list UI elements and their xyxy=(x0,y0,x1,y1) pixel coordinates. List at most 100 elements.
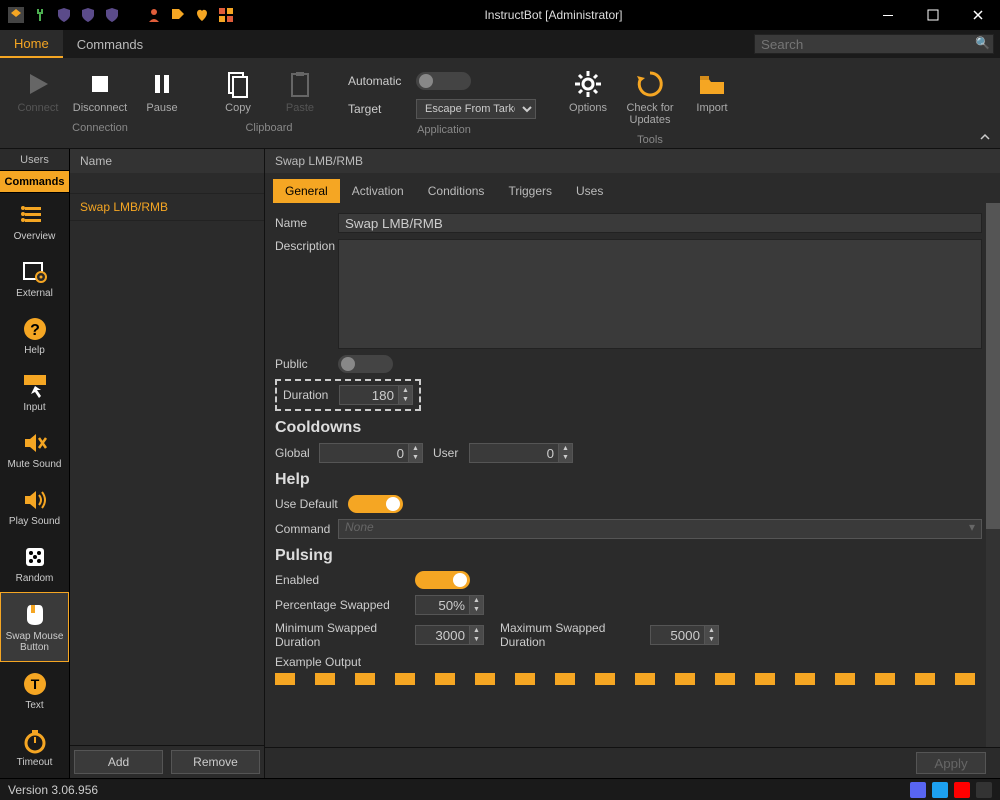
maximize-button[interactable] xyxy=(910,0,955,30)
sidebar-random[interactable]: Random xyxy=(0,535,69,592)
target-select[interactable]: Escape From Tarkov xyxy=(416,99,536,119)
min-dur-label: Minimum Swapped Duration xyxy=(275,621,405,649)
detail-scrollbar[interactable] xyxy=(986,203,1000,747)
connect-button[interactable]: Connect xyxy=(10,64,66,118)
sidebar-text[interactable]: T Text xyxy=(0,662,69,719)
max-dur-spinner[interactable]: ▲▼ xyxy=(705,625,719,645)
ribbon-group-connection: Connection xyxy=(72,122,128,134)
user-input[interactable] xyxy=(469,443,559,463)
ribbon-group-application: Application xyxy=(417,124,471,136)
ribbon-group-clipboard: Clipboard xyxy=(245,122,292,134)
titlebar-icon-plug[interactable] xyxy=(32,7,48,23)
add-button[interactable]: Add xyxy=(74,750,163,774)
max-dur-input[interactable] xyxy=(650,625,705,645)
sidebar-overview[interactable]: Overview xyxy=(0,193,69,250)
options-button[interactable]: Options xyxy=(560,64,616,118)
duration-spinner[interactable]: ▲▼ xyxy=(399,385,413,405)
status-bot-icon[interactable] xyxy=(976,782,992,798)
disconnect-button[interactable]: Disconnect xyxy=(72,64,128,118)
left-sidebar: Users Commands Overview External ? Help … xyxy=(0,149,70,778)
ribbon-collapse-icon[interactable] xyxy=(978,130,992,144)
left-users-header[interactable]: Users xyxy=(0,149,69,171)
titlebar-icon-shield1[interactable] xyxy=(56,7,72,23)
sidebar-play-sound[interactable]: Play Sound xyxy=(0,478,69,535)
dtab-general[interactable]: General xyxy=(273,179,340,203)
pause-button[interactable]: Pause xyxy=(134,64,190,118)
titlebar-icon-tag[interactable] xyxy=(170,7,186,23)
public-toggle[interactable] xyxy=(338,355,393,373)
dtab-triggers[interactable]: Triggers xyxy=(496,179,564,203)
duration-input[interactable] xyxy=(339,385,399,405)
example-output-bar xyxy=(275,673,982,685)
min-dur-input[interactable] xyxy=(415,625,470,645)
global-label: Global xyxy=(275,446,313,460)
main-tabrow: Home Commands 🔍 xyxy=(0,30,1000,58)
pct-label: Percentage Swapped xyxy=(275,598,405,612)
user-spinner[interactable]: ▲▼ xyxy=(559,443,573,463)
search-icon[interactable]: 🔍 xyxy=(975,36,990,50)
close-button[interactable] xyxy=(955,0,1000,30)
pct-spinner[interactable]: ▲▼ xyxy=(470,595,484,615)
dtab-activation[interactable]: Activation xyxy=(340,179,416,203)
titlebar-icon-heart[interactable] xyxy=(194,7,210,23)
use-default-toggle[interactable] xyxy=(348,495,403,513)
ribbon-group-tools: Tools xyxy=(637,134,663,146)
enabled-label: Enabled xyxy=(275,573,405,587)
detail-header: Swap LMB/RMB xyxy=(265,149,1000,173)
description-label: Description xyxy=(275,239,330,253)
use-default-label: Use Default xyxy=(275,497,340,511)
public-label: Public xyxy=(275,357,330,371)
tab-commands[interactable]: Commands xyxy=(63,30,157,58)
sidebar-swap-mouse[interactable]: Swap Mouse Button xyxy=(0,592,69,662)
user-label: User xyxy=(433,446,463,460)
sidebar-mute-sound[interactable]: Mute Sound xyxy=(0,421,69,478)
titlebar-icon-grid[interactable] xyxy=(218,7,234,23)
cooldowns-heading: Cooldowns xyxy=(275,419,982,437)
automatic-toggle[interactable] xyxy=(416,72,471,90)
command-select[interactable]: None▾ xyxy=(338,519,982,539)
enabled-toggle[interactable] xyxy=(415,571,470,589)
svg-text:T: T xyxy=(30,676,39,692)
pct-input[interactable] xyxy=(415,595,470,615)
twitter-icon[interactable] xyxy=(932,782,948,798)
ribbon: Connect Disconnect Pause Connection Copy xyxy=(0,58,1000,149)
paste-button[interactable]: Paste xyxy=(272,64,328,118)
name-input[interactable] xyxy=(338,213,982,233)
titlebar: InstructBot [Administrator] xyxy=(0,0,1000,30)
discord-icon[interactable] xyxy=(910,782,926,798)
import-button[interactable]: Import xyxy=(684,64,740,118)
left-commands-header[interactable]: Commands xyxy=(0,171,69,193)
svg-text:?: ? xyxy=(30,322,40,339)
minimize-button[interactable] xyxy=(865,0,910,30)
sidebar-input[interactable]: Input xyxy=(0,364,69,421)
duration-label: Duration xyxy=(283,388,331,402)
max-dur-label: Maximum Swapped Duration xyxy=(500,621,640,649)
example-label: Example Output xyxy=(275,655,361,669)
command-label: Command xyxy=(275,522,330,536)
window-title: InstructBot [Administrator] xyxy=(242,8,865,22)
sidebar-timeout[interactable]: Timeout xyxy=(0,719,69,776)
titlebar-icon-shield3[interactable] xyxy=(104,7,120,23)
description-input[interactable] xyxy=(338,239,982,349)
dtab-conditions[interactable]: Conditions xyxy=(416,179,497,203)
command-list-header: Name xyxy=(70,149,264,173)
titlebar-icon-person[interactable] xyxy=(146,7,162,23)
min-dur-spinner[interactable]: ▲▼ xyxy=(470,625,484,645)
copy-button[interactable]: Copy xyxy=(210,64,266,118)
global-input[interactable] xyxy=(319,443,409,463)
sidebar-help[interactable]: ? Help xyxy=(0,307,69,364)
search-input[interactable] xyxy=(754,34,994,54)
global-spinner[interactable]: ▲▼ xyxy=(409,443,423,463)
version-label: Version 3.06.956 xyxy=(8,783,98,797)
target-label: Target xyxy=(348,102,408,116)
dtab-uses[interactable]: Uses xyxy=(564,179,615,203)
apply-button[interactable]: Apply xyxy=(916,752,986,774)
sidebar-external[interactable]: External xyxy=(0,250,69,307)
command-list-item[interactable]: Swap LMB/RMB xyxy=(70,193,264,221)
titlebar-icon-shield2[interactable] xyxy=(80,7,96,23)
remove-button[interactable]: Remove xyxy=(171,750,260,774)
youtube-icon[interactable] xyxy=(954,782,970,798)
tab-home[interactable]: Home xyxy=(0,30,63,58)
check-updates-button[interactable]: Check for Updates xyxy=(622,64,678,130)
name-label: Name xyxy=(275,216,330,230)
